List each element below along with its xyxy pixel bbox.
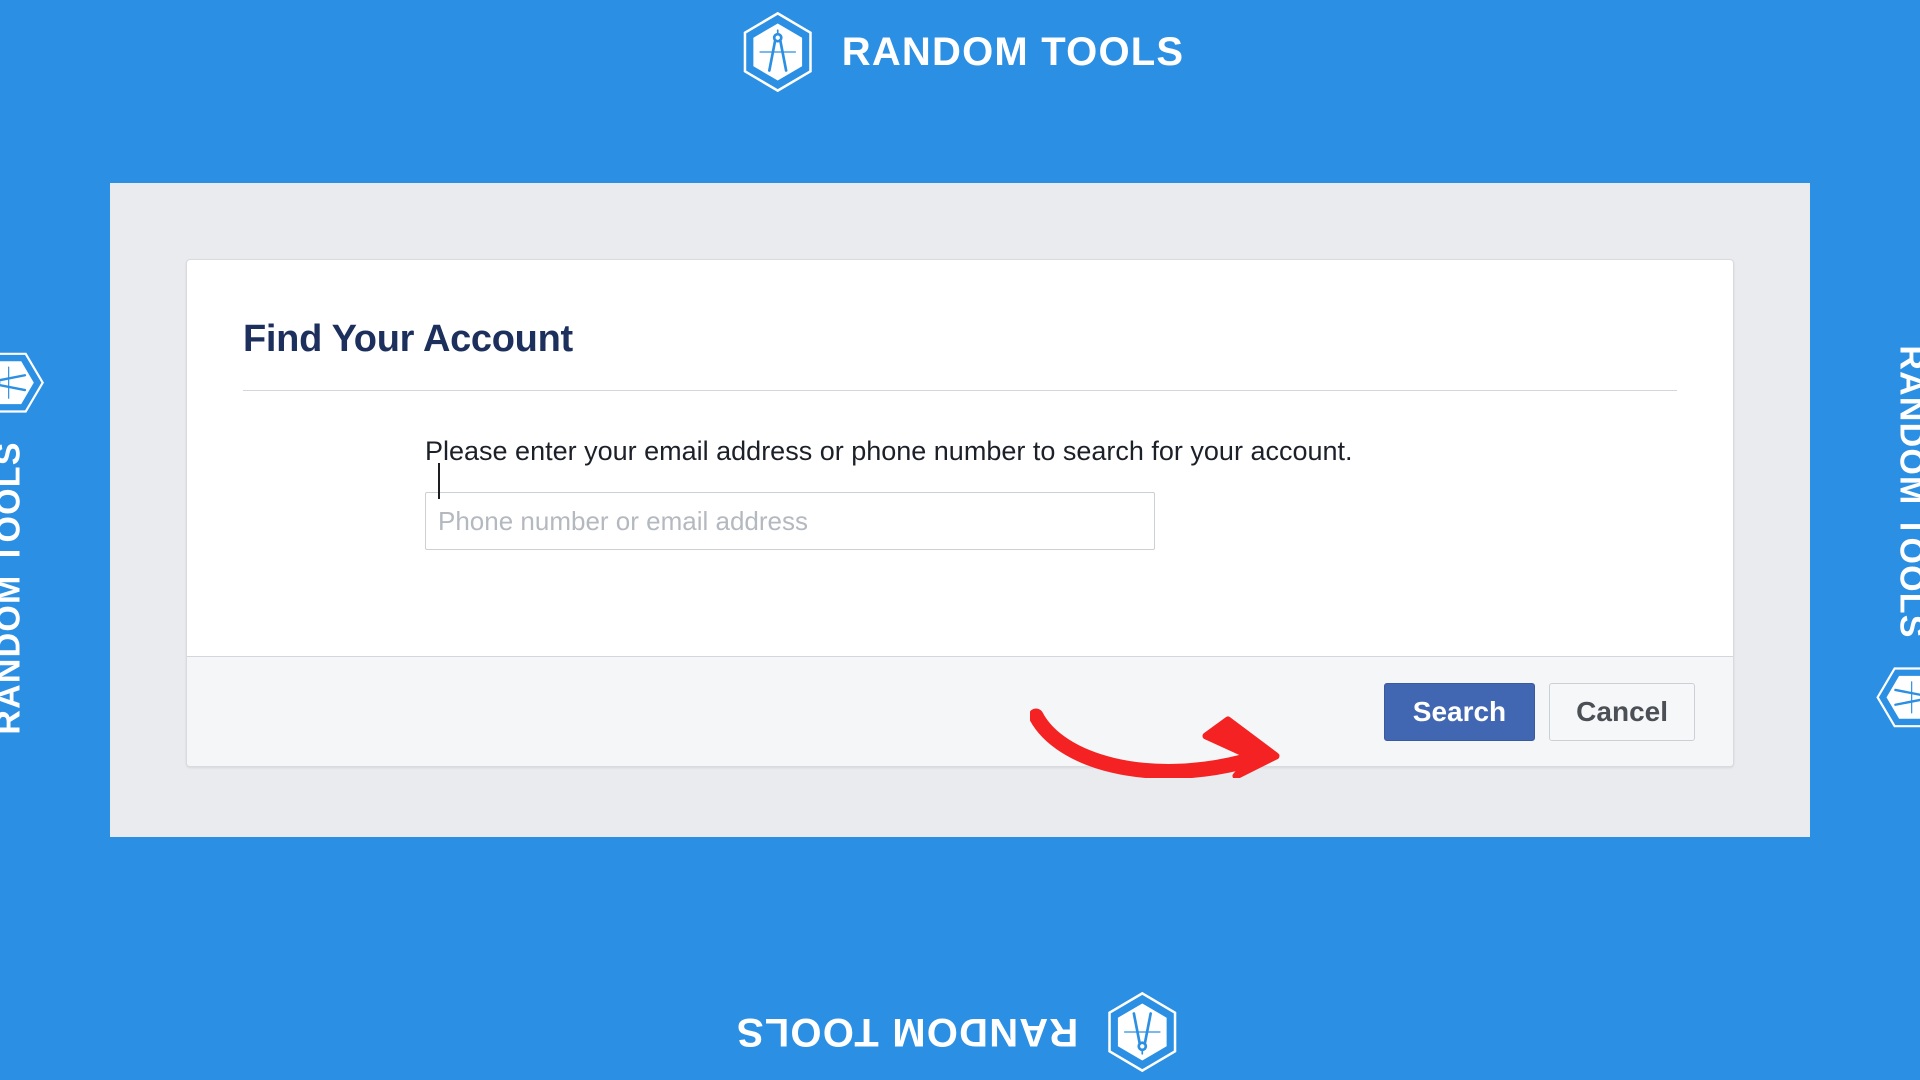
text-caret: [438, 463, 440, 499]
cancel-button[interactable]: Cancel: [1549, 682, 1695, 741]
brand-watermark-top: RANDOM TOOLS: [736, 10, 1185, 94]
dialog-footer: Search Cancel: [187, 656, 1733, 766]
brand-name-left: RANDOM TOOLS: [0, 441, 28, 735]
brand-name-top: RANDOM TOOLS: [841, 30, 1185, 74]
brand-watermark-left: RANDOM TOOLS: [0, 345, 46, 735]
page-backdrop-panel: Find Your Account Please enter your emai…: [110, 183, 1810, 837]
hexagon-compass-icon: [0, 352, 44, 413]
brand-name-right: RANDOM TOOLS: [1892, 345, 1920, 639]
search-button[interactable]: Search: [1383, 682, 1536, 741]
brand-watermark-bottom: RANDOM TOOLS: [736, 990, 1185, 1074]
screenshot-root: RANDOM TOOLS RANDOM TOOLS RANDOM TOOLS R…: [0, 0, 1920, 1080]
hexagon-compass-icon: [1108, 991, 1177, 1073]
brand-watermark-right: RANDOM TOOLS: [1874, 345, 1920, 734]
dialog-body: Please enter your email address or phone…: [425, 432, 1545, 551]
search-input[interactable]: [425, 492, 1155, 551]
instruction-text: Please enter your email address or phone…: [425, 436, 1353, 466]
hexagon-compass-icon: [1876, 667, 1920, 728]
page-title: Find Your Account: [243, 318, 573, 360]
brand-name-bottom: RANDOM TOOLS: [735, 1010, 1079, 1054]
title-divider: [243, 390, 1677, 391]
hexagon-compass-icon: [743, 11, 812, 93]
find-account-dialog: Find Your Account Please enter your emai…: [186, 259, 1734, 767]
